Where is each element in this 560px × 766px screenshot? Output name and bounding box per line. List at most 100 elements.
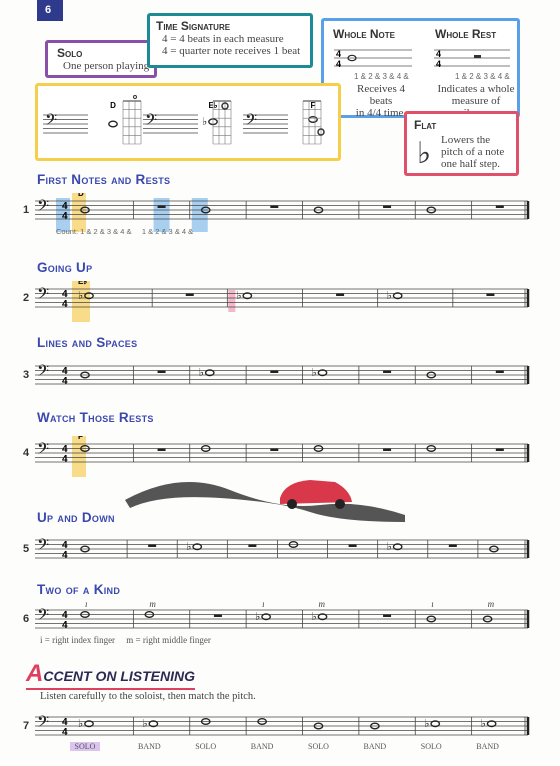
staff-1: 1 𝄢 4 4 D Count: 1 & 2 & 3 & 4 & 1 & 2 & 3 & … bbox=[20, 193, 535, 243]
time-signature-bottom: 4 bbox=[62, 550, 68, 561]
part-label: BAND bbox=[363, 742, 387, 751]
accent-on-listening-heading: ACCENT ON LISTENING bbox=[26, 660, 196, 690]
svg-text:4: 4 bbox=[436, 49, 441, 59]
bass-clef-icon: 𝄢 bbox=[145, 112, 157, 133]
fingering-label: i bbox=[85, 602, 88, 609]
whole-rest bbox=[495, 448, 504, 451]
heading-2: Going Up bbox=[37, 260, 93, 275]
whole-rest bbox=[148, 544, 157, 547]
note-name-label: D bbox=[78, 193, 84, 198]
flat-sign-icon: ♭ bbox=[387, 290, 392, 302]
flat-sign-icon: ♭ bbox=[387, 541, 392, 553]
whole-rest-title: Whole Rest bbox=[435, 27, 497, 41]
whole-note-text1: Receives 4 beats bbox=[357, 83, 405, 107]
time-signature-bottom: 4 bbox=[62, 727, 68, 738]
whole-rest bbox=[157, 448, 166, 451]
flat-sign-icon: ♭ bbox=[255, 611, 260, 623]
whole-rest bbox=[495, 370, 504, 373]
mini-staves: 44 44 bbox=[334, 49, 510, 69]
svg-text:4: 4 bbox=[336, 49, 341, 59]
flat-sign-icon: ♭ bbox=[186, 541, 191, 553]
whole-rest bbox=[383, 205, 392, 208]
notes-box: 𝄢 D 𝄢 ♭ E♭ 𝄢 F bbox=[35, 83, 341, 161]
flat-symbol-icon: ♭ bbox=[417, 137, 432, 170]
flat-sign-icon: ♭ bbox=[202, 116, 207, 128]
fingering-legend: i = right index finger m = right middle … bbox=[40, 635, 211, 645]
part-label: SOLO bbox=[308, 742, 329, 751]
flat-text2: pitch of a note bbox=[441, 146, 505, 158]
staff-7: 7 𝄢 4 4 ♭ ♭ ♭ ♭ SOLO BAND SOLO BAND SOLO BAND SOLO BAND bbox=[20, 709, 535, 759]
fingering-label: i bbox=[431, 602, 434, 609]
heading-4: Watch Those Rests bbox=[37, 410, 154, 425]
whole-note bbox=[108, 120, 118, 128]
whole-rest bbox=[213, 614, 222, 617]
part-label: SOLO bbox=[195, 742, 217, 751]
whole-rest bbox=[383, 448, 392, 451]
accent-first-letter: A bbox=[26, 660, 44, 687]
heading-6: Two of a Kind bbox=[37, 582, 121, 597]
whole-rest bbox=[486, 293, 495, 296]
listen-instruction: Listen carefully to the soloist, then ma… bbox=[40, 691, 256, 702]
time-signature-bottom: 4 bbox=[62, 620, 68, 631]
staff-3: 3 𝄢 4 4 ♭ ♭ bbox=[20, 358, 535, 408]
whole-rest bbox=[383, 370, 392, 373]
whole-rest bbox=[336, 293, 345, 296]
whole-rest-text1: Indicates a whole bbox=[437, 83, 515, 95]
flat-title: Flat bbox=[414, 118, 437, 132]
part-label: SOLO bbox=[70, 742, 100, 751]
note-name: D bbox=[110, 101, 116, 110]
fingering-label: m bbox=[488, 602, 495, 609]
heading-5: Up and Down bbox=[37, 510, 115, 525]
flat-sign-icon: ♭ bbox=[312, 367, 317, 379]
solo-title: Solo bbox=[57, 46, 83, 60]
flat-sign-icon: ♭ bbox=[78, 718, 83, 730]
bass-clef-icon: 𝄢 bbox=[37, 441, 49, 462]
time-signature-box: Time Signature 4 = 4 beats in each measu… bbox=[147, 13, 313, 68]
highlight bbox=[191, 198, 208, 232]
count-label: Count: 1 & 2 & 3 & 4 & 1 & 2 & 3 & 4 & bbox=[56, 227, 194, 236]
whole-note-count: 1 & 2 & 3 & 4 & bbox=[354, 72, 409, 81]
whole-note bbox=[308, 116, 318, 124]
time-signature-line2: 4 = quarter note receives 1 beat bbox=[162, 45, 301, 57]
bass-clef-icon: 𝄢 bbox=[245, 112, 257, 133]
whole-note-rest-box: Whole Note Whole Rest 44 44 1 & 2 & 3 & … bbox=[321, 18, 520, 119]
whole-rest bbox=[448, 544, 457, 547]
bass-clef-icon: 𝄢 bbox=[37, 714, 49, 735]
time-signature-title: Time Signature bbox=[156, 19, 231, 33]
time-signature-bottom: 4 bbox=[62, 376, 68, 387]
whole-rest bbox=[495, 205, 504, 208]
flat-box: Flat ♭ Lowers the pitch of a note one half… bbox=[404, 111, 519, 176]
fingering-label: m bbox=[149, 602, 156, 609]
part-label: BAND bbox=[138, 742, 161, 751]
fingering-label: m bbox=[319, 602, 326, 609]
note-name-label: E♭ bbox=[78, 281, 87, 286]
time-signature-line1: 4 = 4 beats in each measure bbox=[162, 33, 284, 45]
whole-rest bbox=[270, 370, 279, 373]
solo-box: Solo One person playing bbox=[45, 40, 157, 78]
accent-rest: CCENT ON LISTENING bbox=[43, 668, 196, 684]
flat-text3: one half step. bbox=[441, 158, 500, 170]
whole-rest bbox=[383, 614, 392, 617]
time-signature-bottom: 4 bbox=[62, 454, 68, 465]
whole-rest bbox=[185, 293, 194, 296]
page-number: 6 bbox=[37, 0, 63, 21]
flat-desc: Lowers the pitch of a note one half step. bbox=[441, 134, 504, 170]
staff-2: 2 𝄢 4 4 ♭ ♭ ♭ E♭ bbox=[20, 281, 535, 331]
flat-sign-icon: ♭ bbox=[199, 367, 204, 379]
flat-sign-icon: ♭ bbox=[236, 290, 241, 302]
part-label: SOLO bbox=[420, 742, 442, 751]
whole-rest bbox=[157, 370, 166, 373]
flat-text1: Lowers the bbox=[441, 134, 491, 146]
bass-clef-icon: 𝄢 bbox=[37, 363, 49, 384]
svg-text:4: 4 bbox=[436, 59, 441, 69]
bass-clef-icon: 𝄢 bbox=[37, 607, 49, 628]
whole-note-title: Whole Note bbox=[333, 27, 395, 41]
heading-3: Lines and Spaces bbox=[37, 335, 138, 350]
time-signature-bottom: 4 bbox=[62, 211, 68, 222]
flat-sign-icon: ♭ bbox=[78, 290, 83, 302]
whole-rest-count: 1 & 2 & 3 & 4 & bbox=[455, 72, 510, 81]
note-name-label: F bbox=[78, 436, 83, 441]
fingering-label: i bbox=[262, 602, 265, 609]
flat-sign-icon: ♭ bbox=[142, 718, 147, 730]
bass-clef-icon: 𝄢 bbox=[37, 286, 49, 307]
